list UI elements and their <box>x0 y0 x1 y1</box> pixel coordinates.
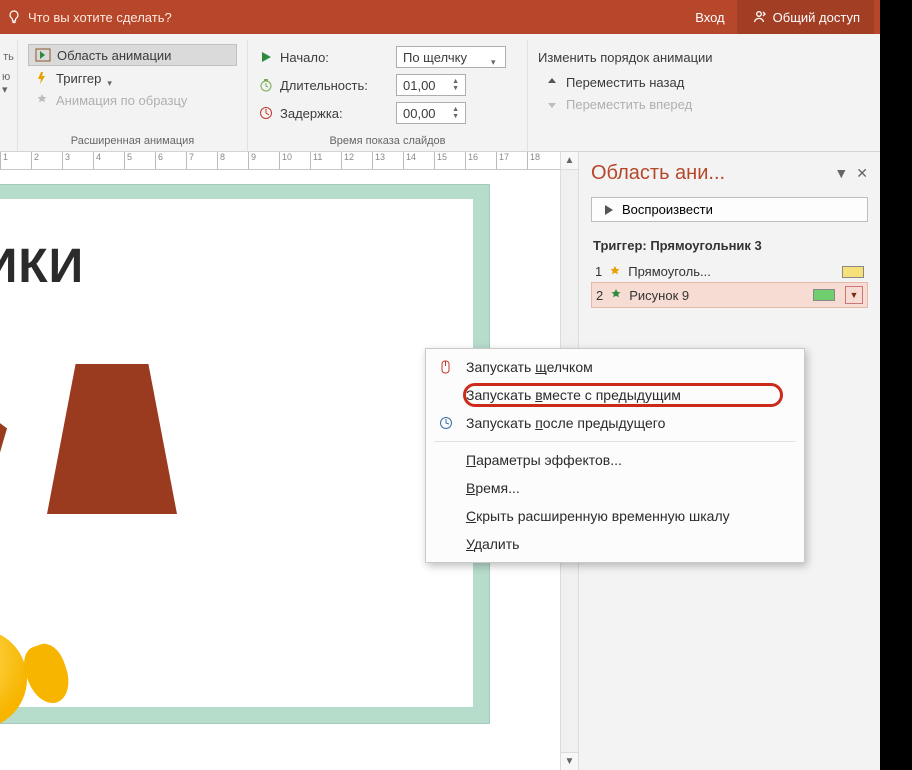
ribbon: ть ю ▾ Область анимации Триггер <box>0 34 880 152</box>
start-label: Начало: <box>280 50 390 65</box>
menu-start-on-click[interactable]: Запускать щелчком <box>426 353 804 381</box>
animation-item-selected[interactable]: 2 Рисунок 9 ▼ <box>591 282 868 308</box>
animation-item[interactable]: 1 Прямоуголь... <box>591 261 868 282</box>
tell-me-icon <box>6 9 22 25</box>
trigger-group-label: Триггер: Прямоугольник 3 <box>593 238 868 253</box>
trigger-icon <box>34 70 50 86</box>
slide: ЛЬНИКИ <box>0 184 490 724</box>
entrance-star-icon <box>609 288 623 302</box>
slide-title-text[interactable]: ЛЬНИКИ <box>0 239 84 294</box>
share-icon <box>751 9 767 25</box>
arrow-up-icon <box>544 74 560 90</box>
emoji-face-image[interactable] <box>0 629 27 729</box>
play-icon <box>604 204 614 216</box>
pane-close-button[interactable]: ✕ <box>856 165 868 182</box>
group-title-adv-anim: Расширенная анимация <box>28 129 237 151</box>
scroll-down-button[interactable]: ▼ <box>561 752 578 770</box>
animation-pane-icon <box>35 47 51 63</box>
animation-painter-button: Анимация по образцу <box>28 90 237 110</box>
move-later-button: Переместить вперед <box>538 94 768 114</box>
share-button[interactable]: Общий доступ <box>737 0 874 34</box>
delay-spin[interactable]: 00,00 ▲▼ <box>396 102 466 124</box>
timeline-swatch <box>813 289 835 301</box>
start-combo[interactable]: По щелчку <box>396 46 506 68</box>
share-label: Общий доступ <box>773 10 860 25</box>
timeline-swatch <box>842 266 864 278</box>
duration-spin[interactable]: 01,00 ▲▼ <box>396 74 466 96</box>
clock-icon <box>436 416 456 430</box>
titlebar: Что вы хотите сделать? Вход Общий доступ <box>0 0 880 34</box>
menu-start-with-previous[interactable]: Запускать вместе с предыдущим <box>426 381 804 409</box>
emoji-hand-image[interactable] <box>18 639 76 709</box>
scroll-up-button[interactable]: ▲ <box>561 152 578 170</box>
menu-hide-timeline[interactable]: Скрыть расширенную временную шкалу <box>426 502 804 530</box>
entrance-star-icon <box>608 265 622 279</box>
sign-in-button[interactable]: Вход <box>683 0 736 34</box>
ribbon-group-timing: Начало: По щелчку Длительность: 01,00 ▲▼ <box>248 40 528 151</box>
menu-timing[interactable]: Время... <box>426 474 804 502</box>
animation-painter-icon <box>34 92 50 108</box>
mouse-click-icon <box>436 359 456 375</box>
chevron-down-icon <box>491 53 499 61</box>
trigger-button[interactable]: Триггер <box>28 68 237 88</box>
menu-effect-options[interactable]: Параметры эффектов... <box>426 446 804 474</box>
ribbon-group-advanced-animation: Область анимации Триггер Анимация по обр… <box>18 40 248 151</box>
pentagon-shape[interactable] <box>0 379 7 509</box>
context-menu: Запускать щелчком Запускать вместе с пре… <box>425 348 805 563</box>
tell-me-prompt[interactable]: Что вы хотите сделать? <box>28 10 172 25</box>
chevron-down-icon <box>107 74 115 82</box>
delay-icon <box>258 105 274 121</box>
item-menu-button[interactable]: ▼ <box>845 286 863 304</box>
group-title-timing: Время показа слайдов <box>258 129 517 151</box>
start-play-icon <box>258 49 274 65</box>
delay-label: Задержка: <box>280 106 390 121</box>
arrow-down-icon <box>544 96 560 112</box>
reorder-heading: Изменить порядок анимации <box>538 44 768 70</box>
trapezoid-shape[interactable] <box>47 364 177 514</box>
menu-remove[interactable]: Удалить <box>426 530 804 558</box>
animation-pane-button[interactable]: Область анимации <box>28 44 237 66</box>
move-earlier-button[interactable]: Переместить назад <box>538 72 768 92</box>
duration-icon <box>258 77 274 93</box>
pane-title: Область ани... <box>591 162 725 185</box>
app-window: Что вы хотите сделать? Вход Общий доступ… <box>0 0 880 770</box>
pane-options-button[interactable]: ▼ <box>834 165 848 182</box>
play-button[interactable]: Воспроизвести <box>591 197 868 222</box>
ribbon-group-reorder: Изменить порядок анимации Переместить на… <box>528 40 778 151</box>
duration-label: Длительность: <box>280 78 390 93</box>
menu-start-after-previous[interactable]: Запускать после предыдущего <box>426 409 804 437</box>
